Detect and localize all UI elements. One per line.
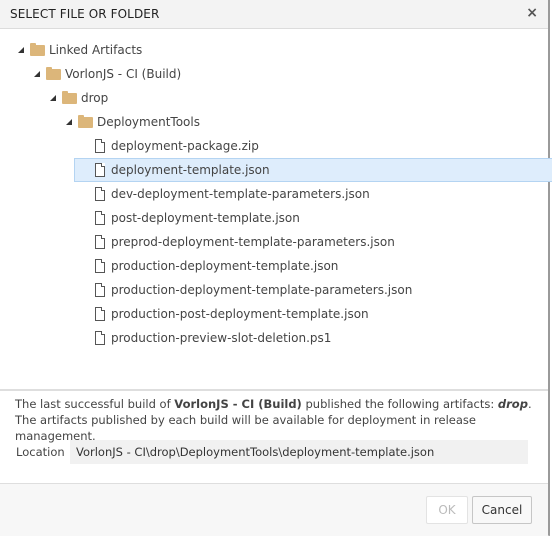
tree-node-label: Linked Artifacts: [49, 43, 143, 57]
tree-folder-node[interactable]: DeploymentTools: [0, 111, 548, 133]
dialog-title: SELECT FILE OR FOLDER: [10, 7, 160, 21]
file-icon: [95, 211, 105, 225]
tree-node-label: post-deployment-template.json: [111, 211, 300, 225]
file-icon: [95, 235, 105, 249]
file-icon: [95, 331, 105, 345]
folder-icon: [46, 67, 61, 80]
file-icon: [95, 307, 105, 321]
tree-node-label: DeploymentTools: [97, 115, 200, 129]
tree-node-label: drop: [81, 91, 109, 105]
tree-file-node[interactable]: production-post-deployment-template.json: [0, 303, 548, 325]
select-file-dialog: SELECT FILE OR FOLDER × Linked Artifacts…: [0, 0, 552, 536]
dialog-footer: OK Cancel: [0, 483, 548, 536]
expand-triangle-icon[interactable]: [34, 71, 40, 77]
tree-folder-node[interactable]: VorlonJS - CI (Build): [0, 63, 548, 85]
info-middle: published the following artifacts:: [301, 397, 498, 411]
expand-triangle-icon[interactable]: [18, 47, 24, 53]
tree-node-label: production-deployment-template-parameter…: [111, 283, 413, 297]
tree-file-node[interactable]: production-deployment-template-parameter…: [0, 279, 548, 301]
folder-icon: [30, 43, 45, 56]
tree-file-node[interactable]: deployment-template.json: [74, 158, 552, 182]
tree-node-label: VorlonJS - CI (Build): [65, 67, 182, 81]
tree-file-node[interactable]: preprod-deployment-template-parameters.j…: [0, 231, 548, 253]
info-build-name: VorlonJS - CI (Build): [174, 397, 302, 411]
tree-file-node[interactable]: dev-deployment-template-parameters.json: [0, 183, 548, 205]
cancel-button[interactable]: Cancel: [472, 496, 532, 524]
expand-triangle-icon[interactable]: [50, 95, 56, 101]
file-icon: [95, 283, 105, 297]
tree-node-label: deployment-package.zip: [111, 139, 259, 153]
dialog-titlebar: SELECT FILE OR FOLDER ×: [0, 0, 548, 29]
tree-node-label: production-post-deployment-template.json: [111, 307, 369, 321]
location-label: Location: [16, 445, 65, 459]
folder-icon: [62, 91, 77, 104]
file-icon: [95, 163, 105, 177]
folder-icon: [78, 115, 93, 128]
file-icon: [95, 187, 105, 201]
tree-folder-node[interactable]: Linked Artifacts: [0, 39, 548, 61]
ok-button[interactable]: OK: [426, 496, 468, 524]
tree-node-label: dev-deployment-template-parameters.json: [111, 187, 370, 201]
info-text: The last successful build of VorlonJS - …: [15, 396, 535, 444]
tree-file-node[interactable]: production-deployment-template.json: [0, 255, 548, 277]
file-icon: [95, 139, 105, 153]
close-icon[interactable]: ×: [526, 5, 538, 21]
expand-triangle-icon[interactable]: [66, 119, 72, 125]
divider: [0, 389, 548, 391]
tree-node-label: production-preview-slot-deletion.ps1: [111, 331, 332, 345]
tree-node-label: deployment-template.json: [111, 163, 270, 177]
tree-file-node[interactable]: deployment-package.zip: [0, 135, 548, 157]
location-field[interactable]: VorlonJS - CI\drop\DeploymentTools\deplo…: [70, 440, 528, 464]
info-artifact: drop: [497, 397, 528, 411]
file-icon: [95, 259, 105, 273]
tree-node-label: preprod-deployment-template-parameters.j…: [111, 235, 395, 249]
tree-file-node[interactable]: post-deployment-template.json: [0, 207, 548, 229]
tree-folder-node[interactable]: drop: [0, 87, 548, 109]
tree-file-node[interactable]: production-preview-slot-deletion.ps1: [0, 327, 548, 349]
tree-node-label: production-deployment-template.json: [111, 259, 339, 273]
info-prefix: The last successful build of: [15, 397, 175, 411]
